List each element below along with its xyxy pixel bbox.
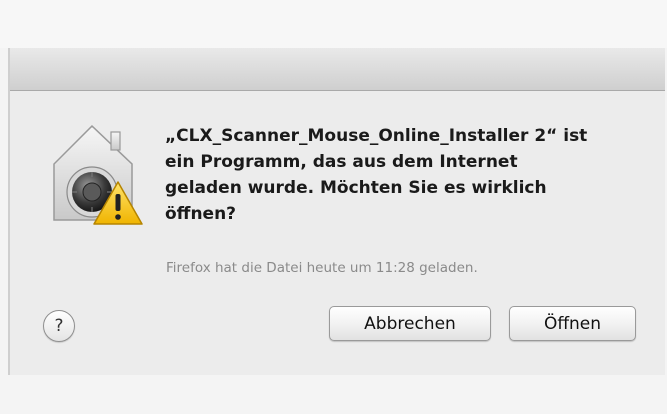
gatekeeper-warning-icon <box>53 124 143 225</box>
open-button-label: Öffnen <box>543 313 602 334</box>
background-bottom <box>0 375 667 414</box>
background-top <box>0 0 667 48</box>
cancel-button-label: Abbrechen <box>364 313 456 334</box>
cancel-button[interactable]: Abbrechen <box>329 306 491 341</box>
open-button[interactable]: Öffnen <box>509 306 636 341</box>
dialog-message: „CLX_Scanner_Mouse_Online_Installer 2“ i… <box>165 126 588 224</box>
download-info-text: Firefox hat die Datei heute um 11:28 gel… <box>166 260 478 276</box>
window-titlebar[interactable] <box>10 48 665 91</box>
help-button[interactable]: ? <box>43 310 75 342</box>
help-icon: ? <box>54 316 64 336</box>
